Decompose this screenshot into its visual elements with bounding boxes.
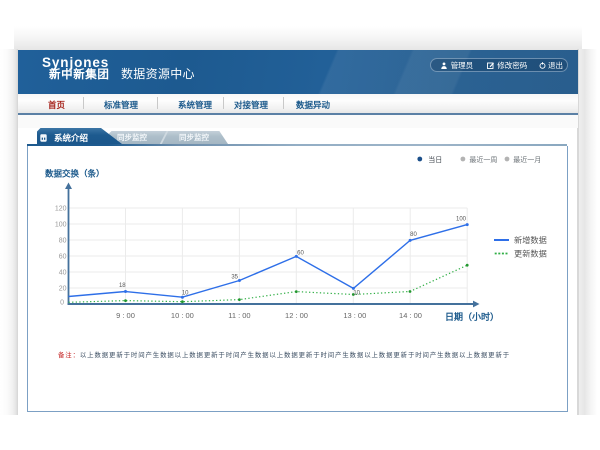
svg-text:最近一月: 最近一月 [513,155,541,164]
svg-text:10: 10 [353,291,360,297]
svg-text:当日: 当日 [428,155,442,164]
svg-text:35: 35 [231,275,238,281]
svg-text:13 : 00: 13 : 00 [343,311,366,320]
svg-text:12 : 00: 12 : 00 [285,311,308,320]
svg-text:9 : 00: 9 : 00 [116,311,135,320]
svg-text:11 : 00: 11 : 00 [228,311,250,320]
svg-text:14 : 00: 14 : 00 [399,311,422,320]
svg-text:60: 60 [59,254,67,261]
svg-text:80: 80 [410,232,417,238]
svg-text:最近一周: 最近一周 [469,155,497,164]
svg-text:100: 100 [456,217,467,223]
svg-text:120: 120 [55,206,67,213]
svg-text:新增数据: 新增数据 [514,235,547,245]
svg-text:18: 18 [119,283,126,289]
svg-text:40: 40 [59,270,67,277]
svg-text:10: 10 [182,291,189,297]
svg-text:60: 60 [297,251,304,257]
svg-text:100: 100 [55,222,67,229]
svg-text:80: 80 [59,238,67,245]
svg-text:10 : 00: 10 : 00 [171,311,194,320]
svg-text:数据交换（条）: 数据交换（条） [45,169,105,179]
svg-text:更新数据: 更新数据 [514,249,547,259]
svg-text:0: 0 [60,300,64,307]
svg-text:20: 20 [59,286,67,293]
svg-text:日期（小时）: 日期（小时） [445,311,499,322]
